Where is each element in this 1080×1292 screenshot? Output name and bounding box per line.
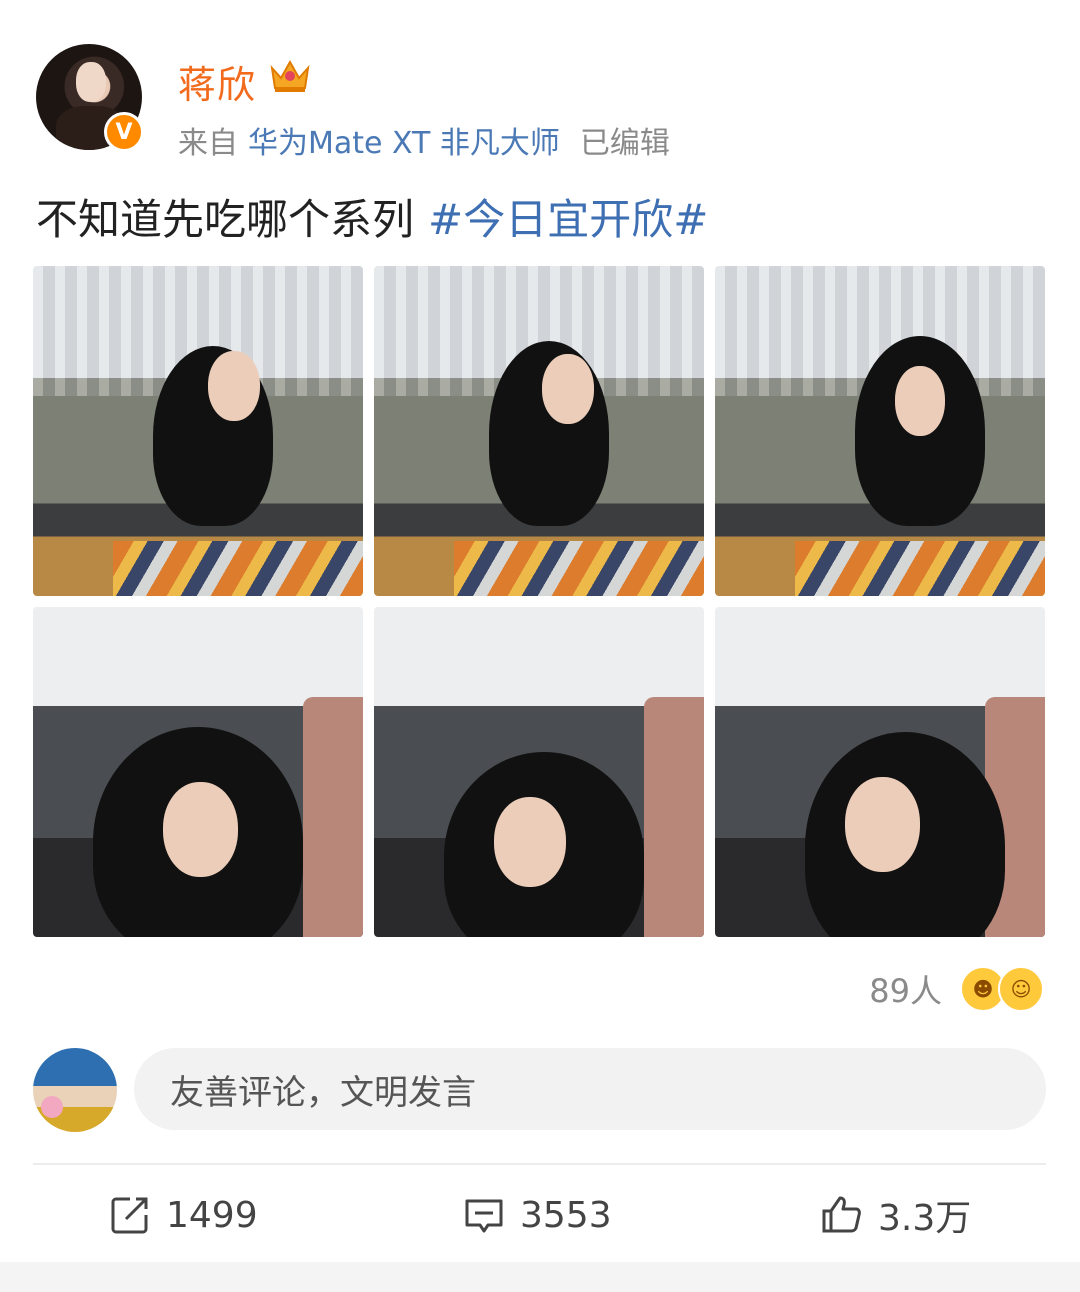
photo-face: [895, 366, 945, 436]
device-link[interactable]: 华为Mate XT 非凡大师: [248, 126, 560, 161]
photo-sofa: [303, 697, 363, 937]
comment-input[interactable]: 友善评论，文明发言: [134, 1048, 1046, 1130]
repost-count: 1499: [166, 1194, 258, 1236]
repost-button[interactable]: 1499: [108, 1190, 258, 1240]
post-body: 不知道先吃哪个系列: [36, 195, 415, 244]
comment-count: 3553: [520, 1194, 612, 1236]
divider: [33, 1163, 1046, 1165]
username[interactable]: 蒋欣: [178, 54, 256, 109]
comment-icon: [465, 1199, 503, 1233]
photo-face: [163, 782, 238, 877]
post-meta: 来自 华为Mate XT 非凡大师 已编辑: [178, 118, 670, 162]
comment-button[interactable]: 3553: [462, 1190, 612, 1240]
avatar-face: [76, 62, 106, 102]
photo-sofa: [644, 697, 704, 937]
photo-snacks: [795, 541, 1045, 596]
photo-2[interactable]: [374, 266, 704, 596]
photo-1[interactable]: [33, 266, 363, 596]
grin-emoji-icon: ☺: [998, 966, 1044, 1012]
crown-icon: [270, 59, 310, 92]
photo-face: [208, 351, 260, 421]
hashtag-link[interactable]: #今日宜开欣#: [428, 195, 708, 244]
bottom-bar: [0, 1262, 1080, 1292]
photo-4[interactable]: [33, 607, 363, 937]
reaction-count: 89人: [869, 972, 942, 1010]
photo-5[interactable]: [374, 607, 704, 937]
like-button[interactable]: 3.3万: [820, 1190, 971, 1240]
photo-face: [542, 354, 594, 424]
thumbs-up-icon: [822, 1196, 861, 1233]
reactions-summary[interactable]: 89人 ☻ ☺: [869, 966, 1044, 1012]
source-prefix: 来自: [178, 126, 238, 161]
post-text: 不知道先吃哪个系列 #今日宜开欣#: [36, 186, 708, 247]
weibo-post: V 蒋欣 来自 华为Mate XT 非凡大师 已编辑 不知道先吃哪个系列 #今日宜开欣…: [0, 0, 1080, 1292]
photo-grid: [33, 266, 1045, 937]
photo-snacks: [113, 541, 363, 596]
avatar-bubble: [41, 1096, 63, 1118]
photo-face: [494, 797, 566, 887]
like-count: 3.3万: [878, 1198, 972, 1239]
photo-face: [845, 777, 920, 872]
verified-icon: V: [104, 112, 144, 152]
my-avatar[interactable]: [33, 1048, 117, 1132]
photo-snacks: [454, 541, 704, 596]
photo-3[interactable]: [715, 266, 1045, 596]
photo-6[interactable]: [715, 607, 1045, 937]
repost-icon: [111, 1197, 148, 1234]
edited-label[interactable]: 已编辑: [580, 126, 670, 161]
